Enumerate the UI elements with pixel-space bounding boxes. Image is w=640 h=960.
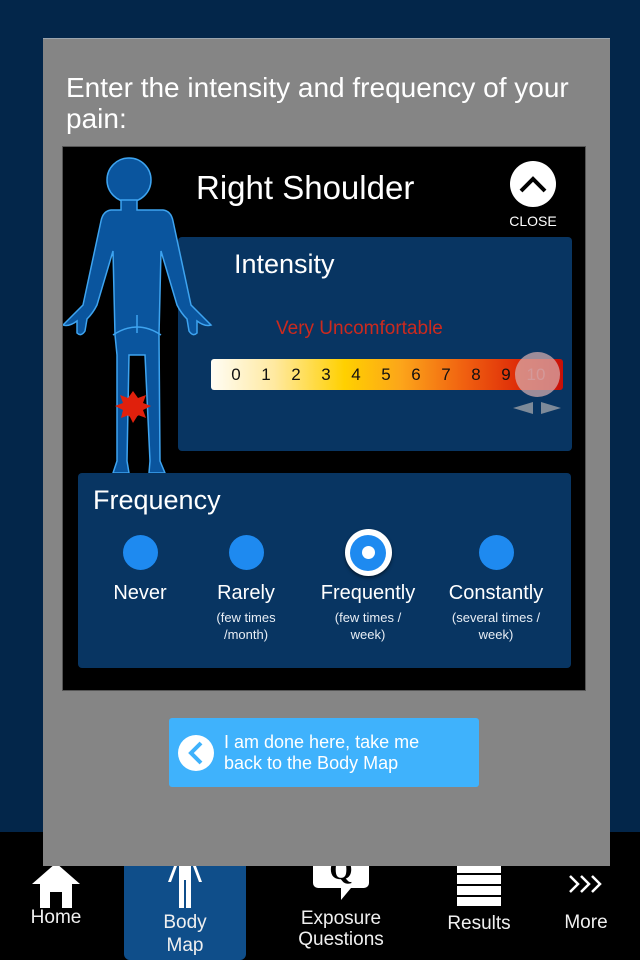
left-right-arrows-icon [513, 402, 561, 414]
option-label: Never [113, 582, 167, 604]
option-label: Rarely [217, 582, 275, 604]
tab-more-label: More [564, 912, 608, 933]
region-title: Right Shoulder [196, 169, 415, 206]
prompt-text: Enter the intensity and frequency of you… [66, 72, 569, 134]
intensity-title: Intensity [234, 249, 335, 279]
tab-body-map-label-1: Body [163, 912, 207, 933]
scale-tick[interactable]: 2 [281, 365, 311, 385]
option-label: Frequently [320, 582, 416, 604]
pain-entry-modal: Enter the intensity and frequency of you… [43, 38, 610, 866]
scale-tick[interactable]: 6 [401, 365, 431, 385]
tab-home-label: Home [30, 907, 82, 928]
radio-button[interactable] [228, 535, 264, 570]
frequency-option-constantly[interactable]: Constantly (several times / week) [436, 535, 556, 643]
frequency-option-frequently[interactable]: Frequently (few times / week) [308, 529, 428, 643]
region-card: Intensity Very Uncomfortable 0 1 2 3 4 5… [62, 146, 586, 691]
frequency-panel: Frequency Never Rarely (few times /month… [78, 473, 571, 668]
frequency-option-rarely[interactable]: Rarely (few times /month) [186, 535, 306, 643]
radio-dot [361, 546, 375, 559]
close-label: CLOSE [509, 213, 557, 229]
close-button[interactable]: CLOSE [507, 161, 559, 229]
body-icon [168, 864, 202, 908]
scale-tick[interactable]: 5 [371, 365, 401, 385]
tab-results-label: Results [447, 913, 511, 934]
option-sublabel: (few times /month) [216, 610, 276, 642]
scale-tick[interactable]: 4 [341, 365, 371, 385]
tab-exposure-label-1: Exposure [300, 908, 382, 929]
home-icon [32, 863, 80, 908]
tab-exposure-label-2: Questions [298, 929, 384, 950]
intensity-slider[interactable]: 0 1 2 3 4 5 6 7 8 9 10 [211, 352, 563, 397]
chevron-left-icon [178, 734, 214, 771]
done-button-line1: I am done here, take me [224, 731, 420, 752]
option-label: Constantly [448, 582, 544, 604]
radio-button[interactable] [122, 535, 158, 570]
frequency-title: Frequency [93, 485, 221, 515]
chevron-up-icon [519, 176, 547, 193]
close-circle[interactable] [510, 161, 556, 207]
scale-tick[interactable]: 1 [251, 365, 281, 385]
radio-button[interactable] [478, 535, 514, 570]
option-sublabel: (several times / week) [451, 610, 541, 642]
slider-knob[interactable] [515, 352, 560, 397]
radio-ring [350, 534, 386, 571]
scale-tick[interactable]: 8 [461, 365, 491, 385]
intensity-description: Very Uncomfortable [276, 318, 443, 339]
scale-tick[interactable]: 3 [311, 365, 341, 385]
radio-button-selected[interactable] [344, 529, 392, 576]
done-button-line2: back to the Body Map [224, 752, 399, 773]
option-sublabel: (few times / week) [334, 610, 402, 642]
scale-tick[interactable]: 7 [431, 365, 461, 385]
done-back-to-body-map-button[interactable]: I am done here, take me back to the Body… [169, 718, 479, 787]
more-chevrons-icon [569, 875, 602, 893]
frequency-option-never[interactable]: Never [80, 535, 200, 605]
list-icon [457, 864, 501, 906]
done-button-label: I am done here, take me back to the Body… [224, 732, 419, 774]
tab-body-map-label-2: Map [166, 935, 204, 956]
